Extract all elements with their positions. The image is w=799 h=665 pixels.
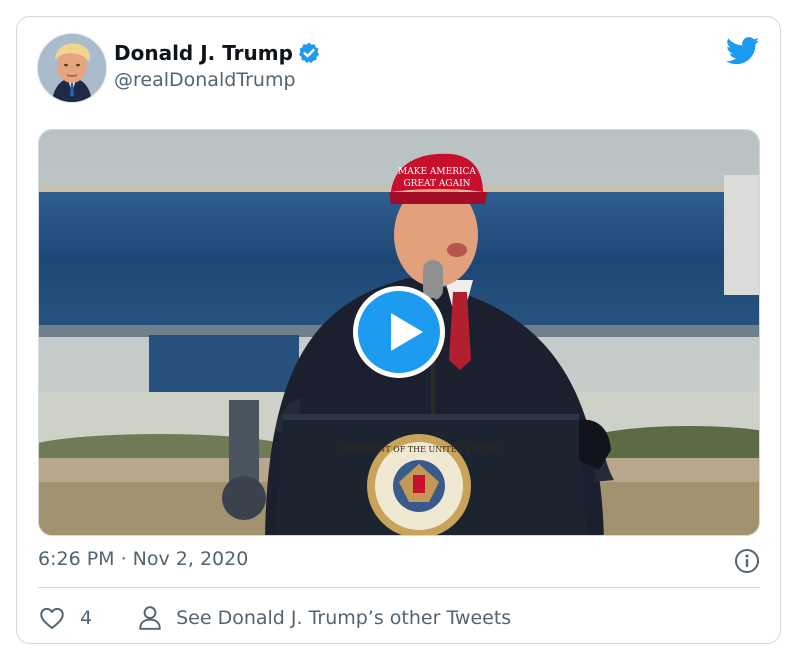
person-icon [139, 606, 161, 630]
author-row: Donald J. Trump [114, 39, 321, 67]
heart-icon [40, 607, 64, 629]
divider [38, 587, 760, 588]
hat-text-2: GREAT AGAIN [403, 179, 470, 189]
hat-text-1: MAKE AMERICA [398, 167, 476, 177]
tweet-card: Donald J. Trump @realDonaldTrump MAKE AM… [16, 16, 781, 644]
verified-badge-icon [298, 42, 319, 64]
author-handle[interactable]: @realDonaldTrump [114, 69, 296, 91]
twitter-bird-icon[interactable] [726, 37, 760, 65]
like-count: 4 [80, 607, 93, 629]
play-button[interactable] [353, 286, 445, 378]
avatar[interactable] [37, 33, 107, 103]
other-tweets-label: See Donald J. Trump’s other Tweets [176, 607, 512, 629]
tweet-actions: 4 See Donald J. Trump’s other Tweets [38, 603, 511, 633]
tweet-timestamp[interactable]: 6:26 PM · Nov 2, 2020 [38, 548, 248, 570]
info-icon[interactable] [734, 548, 760, 574]
avatar-image [38, 34, 106, 102]
video-player[interactable]: MAKE AMERICA GREAT AGAIN PRESIDENT OF TH… [38, 129, 760, 536]
seal-text: PRESIDENT OF THE UNITED STATES [340, 445, 498, 454]
like-button[interactable]: 4 [38, 604, 92, 632]
other-tweets-link[interactable]: See Donald J. Trump’s other Tweets [138, 605, 511, 631]
author-name[interactable]: Donald J. Trump [114, 41, 293, 65]
